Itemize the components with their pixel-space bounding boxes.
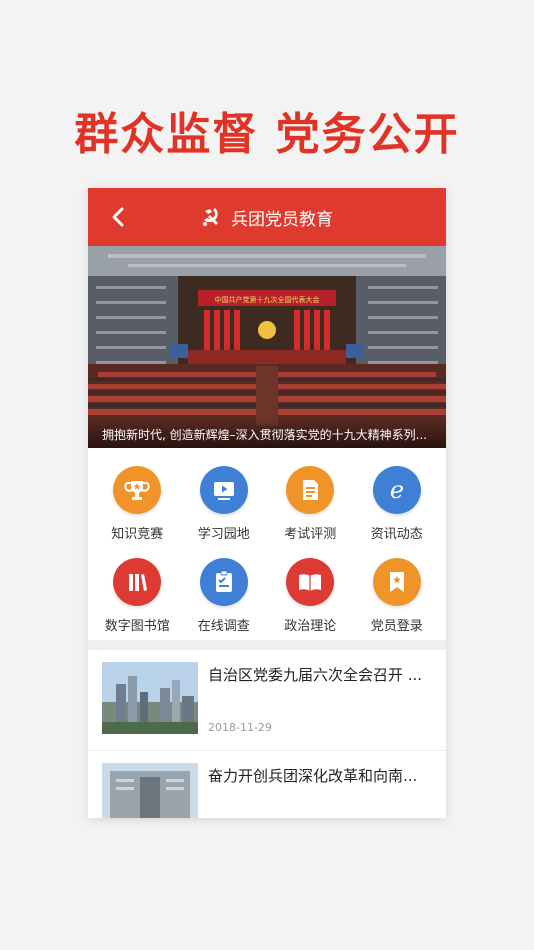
news-title: 自治区党委九届六次全会召开 ... — [208, 666, 423, 684]
section-divider — [88, 640, 446, 650]
news-thumbnail — [102, 763, 198, 818]
books-icon — [113, 558, 162, 606]
svg-text:e: e — [390, 476, 404, 504]
news-date: 2018-11-29 — [208, 721, 272, 734]
bookmark-icon — [372, 558, 421, 606]
news-title: 奋力开创兵团深化改革和向南... — [208, 767, 418, 785]
menu-label: 政治理论 — [284, 619, 337, 634]
app-bar: 兵团党员教育 — [88, 188, 446, 246]
trophy-icon — [113, 466, 162, 514]
browser-e-icon: e — [372, 466, 421, 514]
video-icon — [199, 466, 248, 514]
back-button[interactable] — [108, 207, 128, 227]
news-thumbnail — [102, 662, 198, 734]
menu-item-knowledge-quiz[interactable]: 知识竞赛 — [94, 466, 181, 548]
news-list: 自治区党委九届六次全会召开 ... 2018-11-29 奋力开创兵团深化改革和… — [88, 650, 446, 818]
survey-icon — [199, 558, 248, 606]
stage-banner-text: 中国共产党第十九次全国代表大会 — [215, 295, 320, 304]
menu-label: 在线调查 — [197, 619, 250, 634]
menu-label: 数字图书馆 — [104, 619, 170, 634]
menu-label: 知识竞赛 — [111, 527, 164, 542]
menu-item-online-survey[interactable]: 在线调查 — [181, 558, 268, 640]
menu-item-exam[interactable]: 考试评测 — [267, 466, 354, 548]
party-emblem-icon — [203, 208, 218, 226]
menu-item-member-login[interactable]: 党员登录 — [354, 558, 441, 640]
chevron-left-icon — [112, 207, 124, 227]
banner-caption: 拥抱新时代, 创造新辉煌–深入贯彻落实党的十九大精神系列... — [88, 418, 446, 448]
menu-item-study-area[interactable]: 学习园地 — [181, 466, 268, 548]
feature-grid: 知识竞赛 学习园地 考试评测 e 资讯动态 数字图书馆 在线调查 政治理论 党员… — [88, 448, 446, 640]
menu-label: 学习园地 — [197, 527, 250, 542]
news-item[interactable]: 奋力开创兵团深化改革和向南... — [88, 751, 446, 818]
menu-label: 党员登录 — [370, 619, 423, 634]
menu-label: 考试评测 — [284, 527, 337, 542]
menu-item-political-theory[interactable]: 政治理论 — [267, 558, 354, 640]
promo-headline: 群众监督 党务公开 — [74, 109, 460, 160]
menu-item-digital-library[interactable]: 数字图书馆 — [94, 558, 181, 640]
document-icon — [286, 466, 335, 514]
phone-screen: 兵团党员教育 中国共产党第十九次全国代表大会 拥抱新时代, 创造新辉煌–深入贯彻… — [88, 188, 446, 818]
menu-label: 资讯动态 — [370, 527, 423, 542]
menu-item-news[interactable]: e 资讯动态 — [354, 466, 441, 548]
banner-carousel[interactable]: 中国共产党第十九次全国代表大会 拥抱新时代, 创造新辉煌–深入贯彻落实党的十九大… — [88, 246, 446, 448]
open-book-icon — [286, 558, 335, 606]
app-title: 兵团党员教育 — [231, 209, 333, 230]
news-item[interactable]: 自治区党委九届六次全会召开 ... 2018-11-29 — [88, 650, 446, 751]
